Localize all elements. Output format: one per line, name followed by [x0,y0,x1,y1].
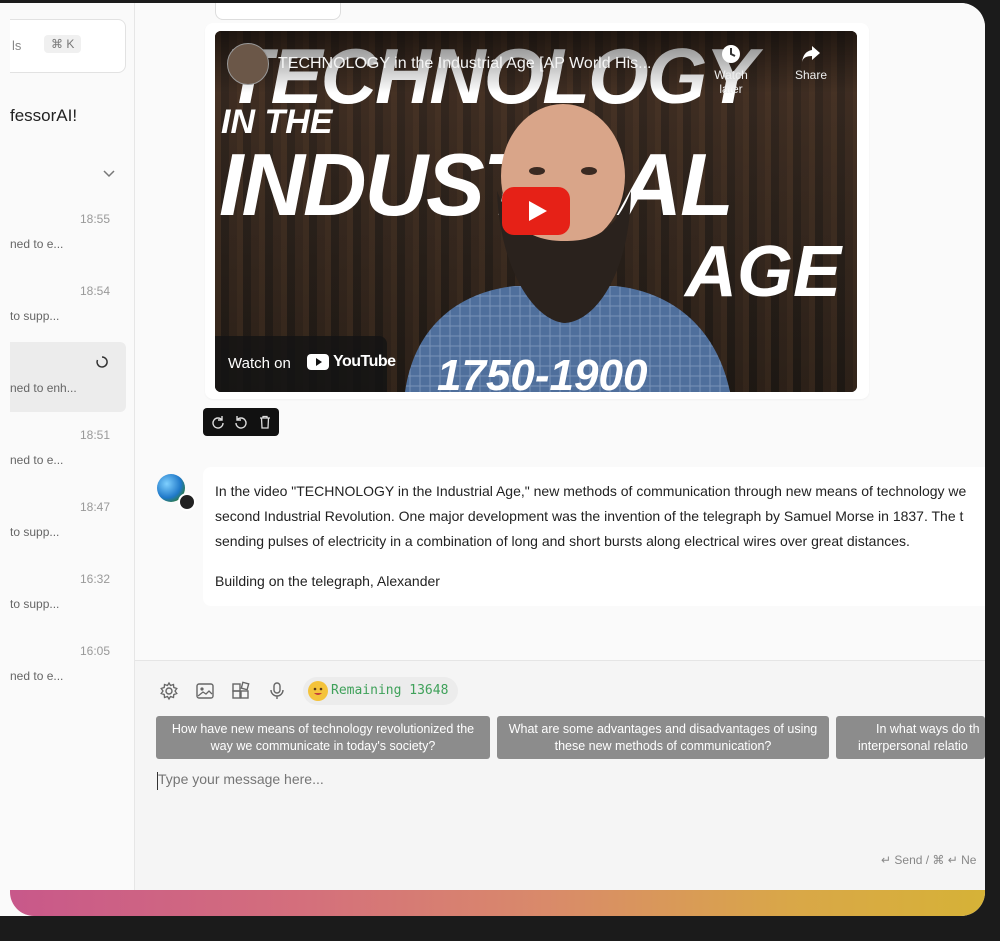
youtube-wordmark: YouTube [333,353,396,370]
conversation-snippet: to supp... [10,525,60,539]
app-window: ls ⌘ K fessorAI! 18:55 ned to e... 18:54… [0,3,985,916]
answer-text: sending pulses of electricity in a combi… [215,533,910,549]
suggestion-line: these new methods of communication? [554,739,772,753]
conversation-snippet: ned to e... [10,453,64,467]
conversation-snippet: ned to enh... [10,381,77,395]
watch-on-label: Watch on [228,355,291,372]
suggestion-line: How have new means of technology revolut… [171,722,475,736]
chevron-down-icon[interactable] [102,166,116,180]
conversation-time: 18:54 [79,284,110,298]
presenter-image [405,104,730,392]
text-cursor [157,772,158,790]
conversation-item[interactable]: 18:47 to supp... [10,486,126,556]
share-button[interactable]: Share [783,43,839,82]
suggestion-line: interpersonal relatio [858,739,968,753]
remaining-credits-badge: Remaining 13648 [303,677,458,705]
answer-text: second Industrial Revolution. One major … [215,508,964,524]
clock-icon [722,45,740,63]
welcome-title: fessorAI! [10,106,78,125]
answer-text: Building on the telegraph, Alexander [215,573,440,589]
conversation-item[interactable]: 18:55 ned to e... [10,198,126,268]
conversation-time: 16:05 [79,644,110,658]
chat-main: TECHNOLOGY IN THE INDUSTRIAL AGE 1750-19… [135,3,985,891]
conversation-item-active[interactable]: ned to enh... [10,342,126,412]
trash-icon[interactable] [258,415,272,429]
share-arrow-icon [802,46,820,62]
youtube-embed[interactable]: TECHNOLOGY IN THE INDUSTRIAL AGE 1750-19… [215,31,857,392]
thumbnail-text: IN THE [221,103,333,141]
suggestion-chip[interactable]: How have new means of technology revolut… [156,716,490,759]
image-icon[interactable] [195,681,215,701]
message-actions [203,408,279,436]
conversation-snippet: to supp... [10,309,60,323]
youtube-logo-icon [307,354,329,370]
conversation-snippet: ned to e... [10,237,64,251]
conversation-time: 18:51 [79,428,110,442]
video-title[interactable]: TECHNOLOGY in the Industrial Age [AP Wor… [278,55,651,73]
refresh-icon[interactable] [211,415,225,429]
plugins-icon[interactable] [231,681,251,701]
regenerate-icon[interactable] [234,415,248,429]
answer-text: In the video "TECHNOLOGY in the Industri… [215,483,967,499]
conversation-snippet: to supp... [10,597,60,611]
watch-on-youtube-button[interactable]: Watch on YouTube [215,336,396,392]
composer: Remaining 13648 How have new means of te… [135,660,985,891]
conversation-item[interactable]: 18:54 to supp... [10,270,126,340]
microphone-icon[interactable] [267,681,287,701]
thumbnail-text: 1750-1900 [437,351,648,393]
search-input[interactable]: ls [12,38,21,53]
suggestion-chip[interactable]: In what ways do th interpersonal relatio [836,716,985,759]
settings-gear-icon[interactable] [159,681,179,701]
assistant-badge-icon [178,493,196,511]
watch-later-button[interactable]: Watch later [703,43,759,96]
suggestion-chip[interactable]: What are some advantages and disadvantag… [497,716,829,759]
conversation-time: 18:47 [79,500,110,514]
remaining-text: Remaining 13648 [331,683,449,698]
share-label: Share [794,68,828,82]
loading-spinner-icon [96,356,108,368]
channel-avatar[interactable] [227,43,269,85]
suggestion-line: way we communicate in today's society? [210,739,436,753]
shortcut-badge: ⌘ K [44,35,82,53]
play-button-icon[interactable] [502,187,570,235]
smiley-icon [308,681,328,701]
search-box[interactable]: ls ⌘ K [10,19,126,73]
conversation-item[interactable]: 16:05 ned to e... [10,630,126,700]
conversation-time: 16:32 [79,572,110,586]
sidebar: ls ⌘ K fessorAI! 18:55 ned to e... 18:54… [10,3,135,890]
assistant-message: In the video "TECHNOLOGY in the Industri… [203,467,985,606]
watch-later-label: Watch later [714,68,748,96]
suggestion-line: What are some advantages and disadvantag… [508,722,818,736]
message-input[interactable] [158,771,958,787]
conversation-snippet: ned to e... [10,669,64,683]
conversation-item[interactable]: 16:32 to supp... [10,558,126,628]
conversation-item[interactable]: 18:51 ned to e... [10,414,126,484]
send-hint: ↵ Send / ⌘ ↵ Ne [881,853,977,867]
partial-top-button[interactable] [215,3,341,20]
gradient-footer-bar [10,890,985,916]
suggestion-line: In what ways do th [876,722,980,736]
conversation-time: 18:55 [79,212,110,226]
